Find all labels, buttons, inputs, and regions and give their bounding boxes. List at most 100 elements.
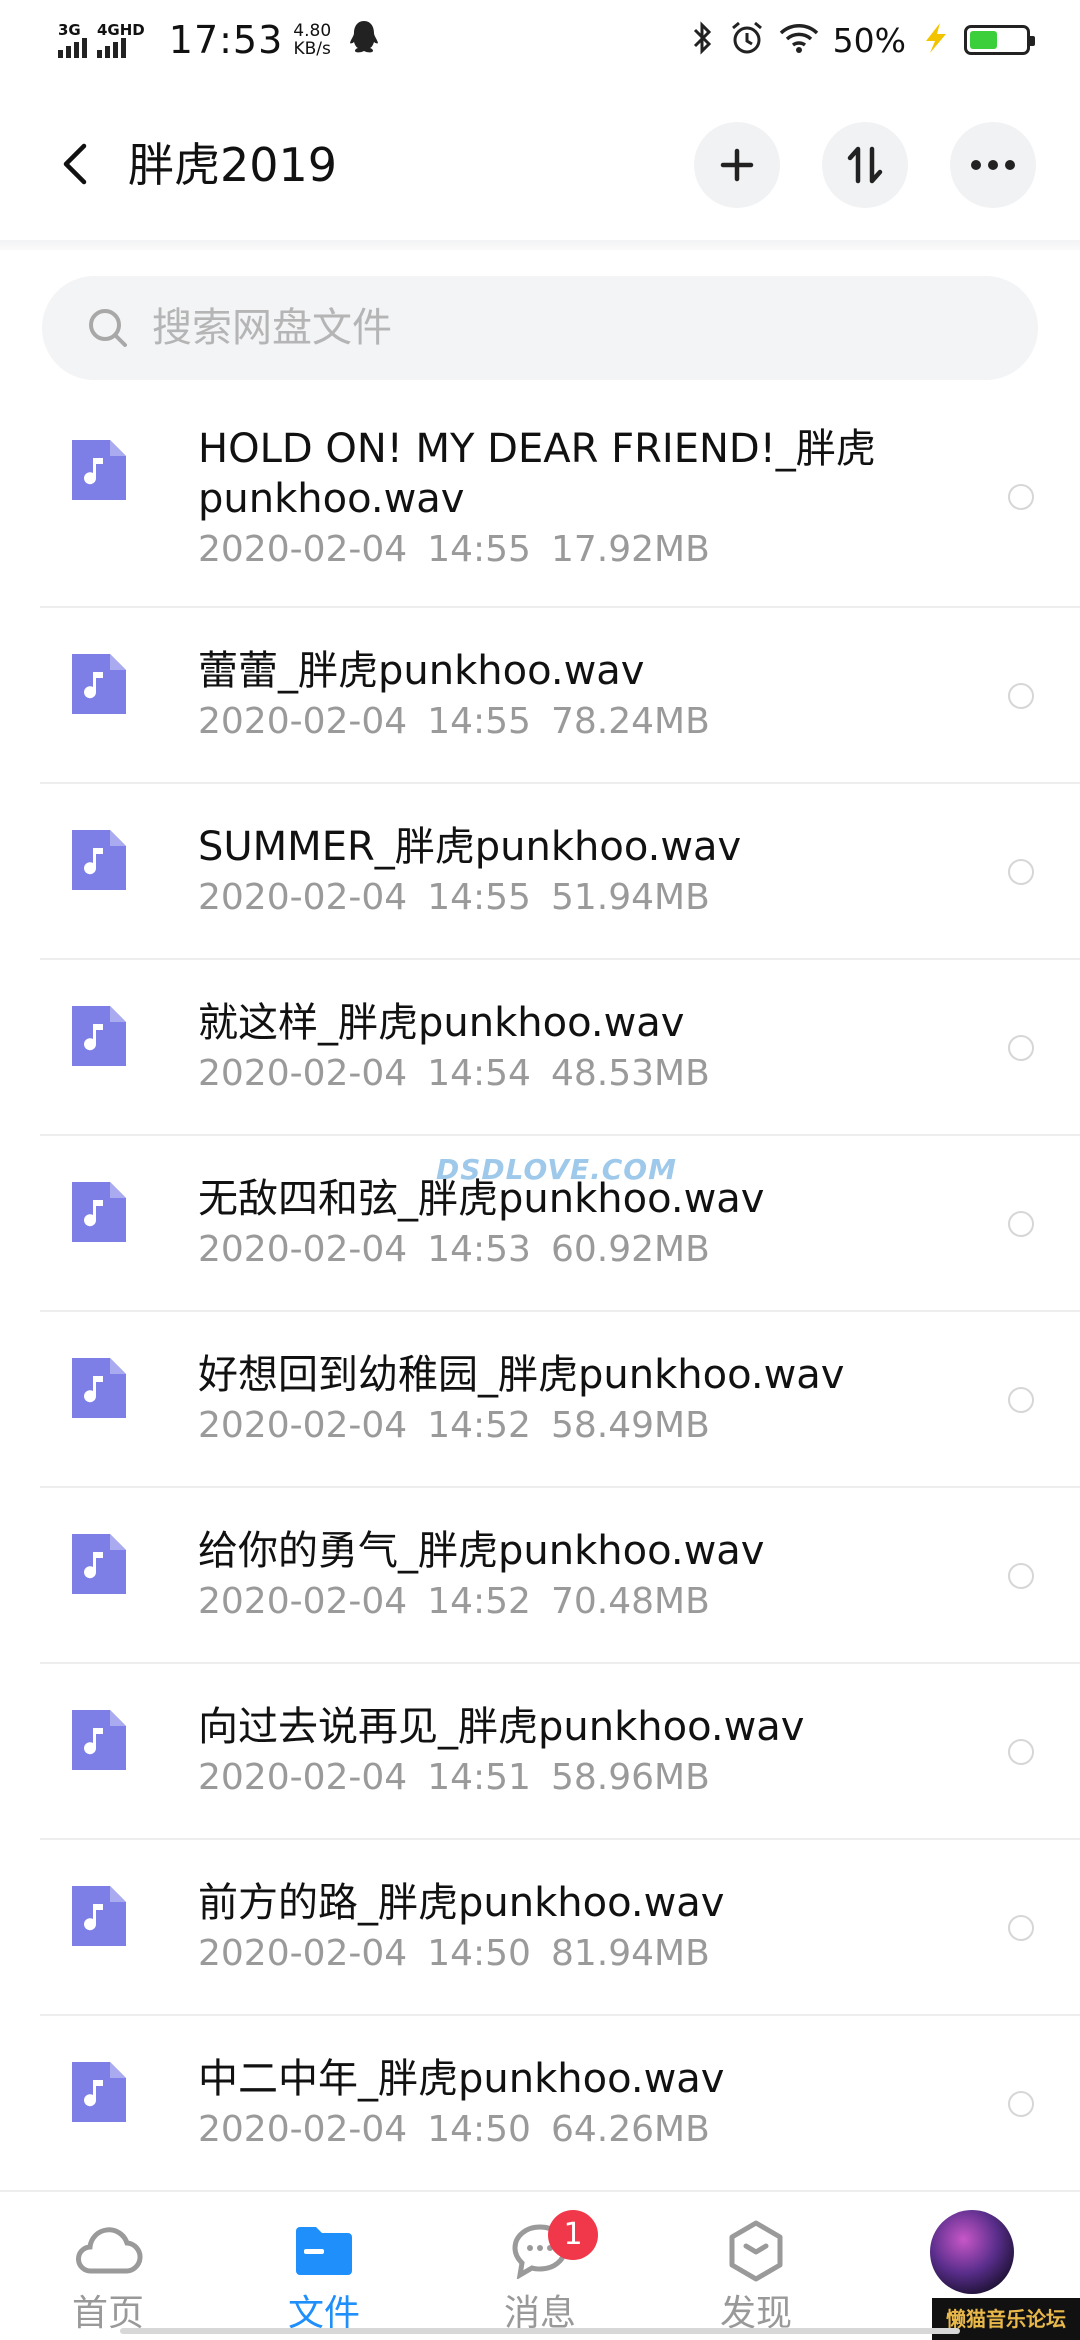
- file-meta: 2020-02-04 14:53 60.92MB: [198, 1226, 958, 1274]
- signal-bars-icon: [97, 38, 126, 58]
- file-meta: 2020-02-04 14:54 48.53MB: [198, 1050, 958, 1098]
- select-radio[interactable]: [1008, 2091, 1034, 2117]
- select-radio[interactable]: [1008, 1915, 1034, 1941]
- back-button[interactable]: [50, 134, 100, 194]
- search-bar[interactable]: [42, 276, 1038, 380]
- file-row[interactable]: HOLD ON! MY DEAR FRIEND!_胖虎punkhoo.wav 2…: [0, 400, 1080, 608]
- avatar[interactable]: [930, 2210, 1014, 2294]
- charging-icon: [920, 21, 950, 59]
- nav-home[interactable]: 首页: [28, 2216, 188, 2336]
- file-text: 前方的路_胖虎punkhoo.wav 2020-02-04 14:50 81.94M…: [198, 1878, 958, 1978]
- file-size: 64.26MB: [550, 2109, 710, 2150]
- file-size: 60.92MB: [550, 1229, 710, 1270]
- file-row[interactable]: 向过去说再见_胖虎punkhoo.wav 2020-02-04 14:51 58.9…: [0, 1664, 1080, 1840]
- file-size: 48.53MB: [550, 1053, 710, 1094]
- file-text: 无敌四和弦_胖虎punkhoo.wav 2020-02-04 14:53 60.92…: [198, 1174, 958, 1274]
- wifi-icon: [779, 22, 819, 58]
- select-radio[interactable]: [1008, 1035, 1034, 1061]
- file-time: 14:51: [427, 1757, 531, 1798]
- file-meta: 2020-02-04 14:51 58.96MB: [198, 1754, 958, 1802]
- battery-icon: [964, 25, 1035, 55]
- audio-file-icon: [72, 1886, 126, 1946]
- select-radio[interactable]: [1008, 1387, 1034, 1413]
- file-meta: 2020-02-04 14:52 70.48MB: [198, 1578, 958, 1626]
- sort-button[interactable]: [822, 122, 908, 208]
- audio-file-icon: [72, 1006, 126, 1066]
- file-row[interactable]: 蕾蕾_胖虎punkhoo.wav 2020-02-04 14:55 78.24MB: [0, 608, 1080, 784]
- select-radio[interactable]: [1008, 683, 1034, 709]
- signal-4g: 4GHD: [97, 22, 145, 58]
- search-icon: [89, 309, 127, 347]
- file-meta: 2020-02-04 14:55 78.24MB: [198, 698, 958, 746]
- add-button[interactable]: [694, 122, 780, 208]
- cloud-icon: [76, 2227, 143, 2274]
- file-name: 向过去说再见_胖虎punkhoo.wav: [198, 1704, 805, 1750]
- file-row[interactable]: 给你的勇气_胖虎punkhoo.wav 2020-02-04 14:52 70.48…: [0, 1488, 1080, 1664]
- file-text: 给你的勇气_胖虎punkhoo.wav 2020-02-04 14:52 70.48…: [198, 1526, 958, 1626]
- file-size: 58.96MB: [550, 1757, 710, 1798]
- file-time: 14:53: [427, 1229, 531, 1270]
- status-bar: 3G 4GHD 17:53 4.80 KB/s 50%: [0, 0, 1080, 80]
- nav-icon: [676, 2216, 836, 2286]
- file-date: 2020-02-04: [198, 701, 408, 742]
- file-date: 2020-02-04: [198, 1053, 408, 1094]
- file-size: 81.94MB: [550, 1933, 710, 1974]
- nav-discover[interactable]: 发现: [676, 2216, 836, 2336]
- file-text: SUMMER_胖虎punkhoo.wav 2020-02-04 14:55 51.9…: [198, 822, 958, 922]
- file-row[interactable]: 好想回到幼稚园_胖虎punkhoo.wav 2020-02-04 14:52 58.…: [0, 1312, 1080, 1488]
- file-time: 14:50: [427, 2109, 531, 2150]
- nav-messages[interactable]: 1 消息: [460, 2210, 620, 2336]
- search-input[interactable]: [152, 305, 952, 351]
- audio-file-icon: [72, 654, 126, 714]
- file-name: 好想回到幼稚园_胖虎punkhoo.wav: [198, 1352, 845, 1398]
- file-meta: 2020-02-04 14:52 58.49MB: [198, 1402, 958, 1450]
- battery-fill: [970, 31, 997, 49]
- file-date: 2020-02-04: [198, 2109, 408, 2150]
- battery-percent: 50%: [832, 20, 906, 60]
- select-radio[interactable]: [1008, 484, 1034, 510]
- select-radio[interactable]: [1008, 1563, 1034, 1589]
- nav-files[interactable]: 文件: [244, 2216, 404, 2336]
- alarm-icon: [729, 20, 765, 60]
- select-radio[interactable]: [1008, 1211, 1034, 1237]
- file-size: 70.48MB: [550, 1581, 710, 1622]
- file-meta: 2020-02-04 14:50 81.94MB: [198, 1930, 958, 1978]
- file-size: 78.24MB: [550, 701, 710, 742]
- signal-3g: 3G: [58, 22, 87, 58]
- speed-value: 4.80: [293, 21, 332, 41]
- file-text: HOLD ON! MY DEAR FRIEND!_胖虎punkhoo.wav 2…: [198, 424, 958, 574]
- file-name: 蕾蕾_胖虎punkhoo.wav: [198, 648, 645, 694]
- network-type-label: 4GHD: [97, 21, 145, 39]
- select-radio[interactable]: [1008, 859, 1034, 885]
- file-name: 前方的路_胖虎punkhoo.wav: [198, 1880, 725, 1926]
- discover-icon: [729, 2220, 783, 2282]
- file-row[interactable]: SUMMER_胖虎punkhoo.wav 2020-02-04 14:55 51.9…: [0, 784, 1080, 960]
- file-name: SUMMER_胖虎punkhoo.wav: [198, 824, 742, 870]
- file-time: 14:52: [427, 1405, 531, 1446]
- file-time: 14:55: [427, 701, 531, 742]
- file-name: HOLD ON! MY DEAR FRIEND!_胖虎punkhoo.wav: [198, 426, 876, 522]
- nav-icon: [28, 2216, 188, 2286]
- file-row[interactable]: 前方的路_胖虎punkhoo.wav 2020-02-04 14:50 81.94M…: [0, 1840, 1080, 2016]
- file-date: 2020-02-04: [198, 1405, 408, 1446]
- select-radio[interactable]: [1008, 1739, 1034, 1765]
- file-name: 给你的勇气_胖虎punkhoo.wav: [198, 1528, 765, 1574]
- file-text: 向过去说再见_胖虎punkhoo.wav 2020-02-04 14:51 58.9…: [198, 1702, 958, 1802]
- file-date: 2020-02-04: [198, 1581, 408, 1622]
- more-button[interactable]: [950, 122, 1036, 208]
- file-meta: 2020-02-04 14:55 51.94MB: [198, 874, 958, 922]
- network-type-label: 3G: [58, 21, 81, 39]
- file-size: 51.94MB: [550, 877, 710, 918]
- file-text: 中二中年_胖虎punkhoo.wav 2020-02-04 14:50 64.26M…: [198, 2054, 958, 2154]
- file-row[interactable]: 中二中年_胖虎punkhoo.wav 2020-02-04 14:50 64.26M…: [0, 2016, 1080, 2192]
- file-date: 2020-02-04: [198, 877, 408, 918]
- header-bar: 胖虎2019: [0, 110, 1080, 220]
- home-indicator[interactable]: [120, 2328, 960, 2334]
- status-right: 50%: [689, 20, 1035, 60]
- nav-icon: [244, 2216, 404, 2286]
- audio-file-icon: [72, 440, 126, 500]
- bottom-nav: 首页 文件 1 消息 发现: [0, 2190, 1080, 2340]
- audio-file-icon: [72, 1534, 126, 1594]
- file-row[interactable]: 就这样_胖虎punkhoo.wav 2020-02-04 14:54 48.53MB: [0, 960, 1080, 1136]
- unread-badge: 1: [548, 2210, 598, 2260]
